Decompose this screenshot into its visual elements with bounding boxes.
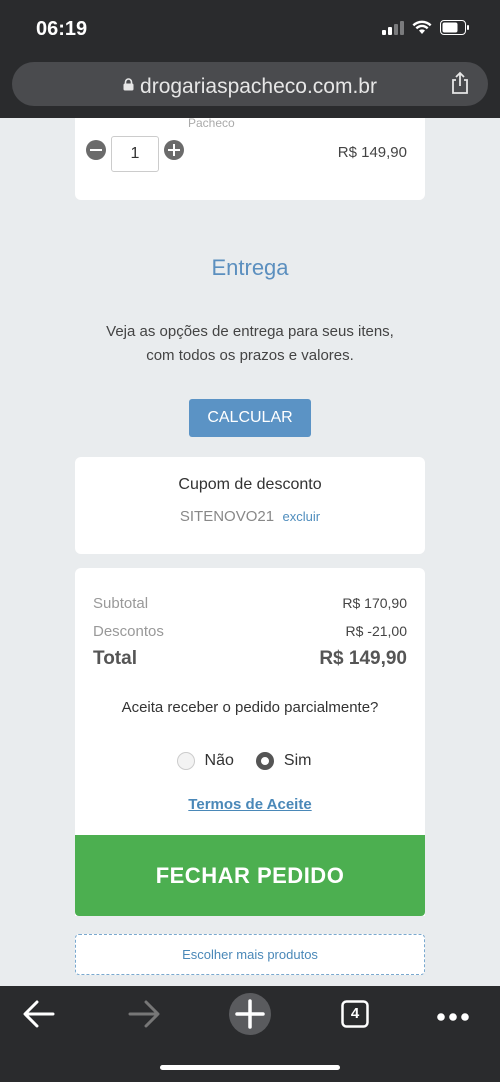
discount-value: R$ -21,00 (345, 623, 407, 639)
product-brand: Pacheco (188, 118, 235, 130)
subtotal-row: Subtotal R$ 170,90 (93, 595, 407, 612)
decrease-quantity-icon[interactable] (86, 140, 106, 160)
increase-quantity-icon[interactable] (164, 140, 184, 160)
discount-label: Descontos (93, 623, 164, 640)
total-value: R$ 149,90 (319, 648, 407, 669)
product-price: R$ 149,90 (337, 144, 407, 161)
radio-yes-label[interactable]: Sim (284, 752, 312, 770)
discount-row: Descontos R$ -21,00 (93, 623, 407, 640)
status-time: 06:19 (36, 18, 88, 40)
status-icons (382, 20, 470, 35)
back-arrow-icon[interactable] (22, 999, 56, 1034)
radio-no-label[interactable]: Não (205, 752, 234, 770)
tabs-count-icon[interactable]: 4 (341, 1000, 369, 1028)
total-row: Total R$ 149,90 (93, 648, 407, 670)
delivery-text-line-2: com todos os prazos e valores. (146, 347, 354, 364)
browser-top-bar: 06:19 drogariaspacheco.com.br (0, 0, 500, 118)
tabs-count: 4 (350, 1005, 360, 1022)
subtotal-value: R$ 170,90 (342, 595, 407, 611)
lock-icon (123, 73, 134, 97)
address-bar[interactable]: drogariaspacheco.com.br (12, 62, 488, 106)
page-content: Pacheco 1 R$ 149,90 Entrega Veja as opçõ… (0, 118, 500, 986)
more-options-icon[interactable] (436, 1009, 470, 1027)
forward-arrow-icon[interactable] (127, 999, 161, 1034)
new-tab-plus-icon[interactable] (229, 993, 271, 1040)
cellular-signal-icon (382, 20, 404, 35)
delivery-description: Veja as opções de entrega para seus iten… (0, 320, 500, 368)
calculate-shipping-button[interactable]: CALCULAR (189, 399, 311, 437)
wifi-icon (412, 20, 432, 35)
remove-coupon-link[interactable]: excluir (283, 509, 321, 524)
quantity-input[interactable]: 1 (111, 136, 159, 172)
radio-yes[interactable] (255, 752, 274, 770)
choose-more-products-button[interactable]: Escolher mais produtos (75, 934, 425, 975)
home-indicator (160, 1065, 340, 1070)
share-icon[interactable] (450, 71, 470, 100)
radio-no[interactable] (176, 752, 195, 770)
partial-order-options: Não Sim (75, 752, 425, 770)
url-text: drogariaspacheco.com.br (140, 75, 377, 98)
battery-icon (440, 20, 470, 35)
delivery-text-line-1: Veja as opções de entrega para seus iten… (106, 323, 394, 340)
terms-link[interactable]: Termos de Aceite (75, 796, 425, 813)
partial-order-question: Aceita receber o pedido parcialmente? (121, 699, 379, 716)
product-card: Pacheco 1 R$ 149,90 (75, 118, 425, 200)
checkout-button[interactable]: FECHAR PEDIDO (75, 835, 425, 916)
coupon-code: SITENOVO21 (179, 508, 275, 525)
total-label: Total (93, 648, 137, 669)
coupon-title: Cupom de desconto (178, 476, 322, 493)
subtotal-label: Subtotal (93, 595, 149, 612)
delivery-title: Entrega (211, 255, 289, 280)
coupon-card: Cupom de desconto SITENOVO21 excluir (75, 457, 425, 554)
